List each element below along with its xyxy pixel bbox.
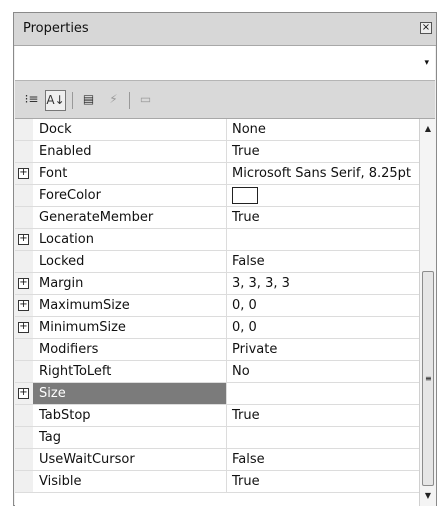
property-name[interactable]: Modifiers [33,339,227,360]
property-value[interactable]: True [227,405,419,426]
row-gutter [15,141,33,162]
property-value[interactable]: 3, 3, 3, 3 [227,273,419,294]
property-name[interactable]: Tag [33,427,227,448]
row-gutter: + [15,317,33,338]
expand-plus-icon[interactable]: + [18,278,29,289]
row-gutter [15,427,33,448]
row-gutter [15,185,33,206]
property-row-tabstop[interactable]: TabStop True [15,405,419,427]
property-row-margin[interactable]: + Margin 3, 3, 3, 3 [15,273,419,295]
window-title: Properties [23,21,89,36]
property-row-locked[interactable]: Locked False [15,251,419,273]
close-icon[interactable]: × [420,22,432,34]
property-value[interactable]: False [227,449,419,470]
toolbar-separator [72,92,73,109]
row-gutter: + [15,273,33,294]
property-name[interactable]: Enabled [33,141,227,162]
property-name[interactable]: TabStop [33,405,227,426]
grip-icon: ≡ [425,374,432,384]
property-name[interactable]: RightToLeft [33,361,227,382]
categorized-icon[interactable]: ⁝≡ [21,90,42,111]
properties-window: Properties × ▾ ⁝≡ A↓ ▤ ⚡ ▭ Dock None Enabl… [13,12,437,506]
property-value[interactable]: 0, 0 [227,317,419,338]
vertical-scrollbar[interactable]: ▲ ≡ ▼ [419,119,436,506]
row-gutter [15,339,33,360]
property-row-tag[interactable]: Tag [15,427,419,449]
object-selector-combo[interactable]: ▾ [15,46,435,81]
property-value[interactable]: True [227,207,419,228]
property-name[interactable]: MaximumSize [33,295,227,316]
property-name[interactable]: Location [33,229,227,250]
expand-plus-icon[interactable]: + [18,300,29,311]
toolbar-separator [129,92,130,109]
property-row-generatemember[interactable]: GenerateMember True [15,207,419,229]
property-row-location[interactable]: + Location [15,229,419,251]
row-gutter [15,361,33,382]
row-gutter [15,251,33,272]
property-name[interactable]: GenerateMember [33,207,227,228]
row-gutter: + [15,383,33,404]
property-pages-icon: ▭ [139,92,152,106]
scroll-down-icon[interactable]: ▼ [420,488,436,504]
row-gutter: + [15,229,33,250]
property-row-usewaitcursor[interactable]: UseWaitCursor False [15,449,419,471]
property-value[interactable]: Private [227,339,419,360]
title-bar: Properties × [14,13,436,46]
property-value[interactable]: True [227,141,419,162]
toolbar: ⁝≡ A↓ ▤ ⚡ ▭ [15,81,435,119]
property-row-forecolor[interactable]: ForeColor [15,185,419,207]
row-gutter: + [15,163,33,184]
property-row-size[interactable]: + Size [15,383,419,405]
scrollbar-thumb[interactable]: ≡ [422,270,434,486]
property-row-minimumsize[interactable]: + MinimumSize 0, 0 [15,317,419,339]
property-row-maximumsize[interactable]: + MaximumSize 0, 0 [15,295,419,317]
property-value[interactable]: False [227,251,419,272]
property-grid: Dock None Enabled True + Font Microsoft Sans S… [15,119,419,506]
property-value[interactable]: 0, 0 [227,295,419,316]
property-row-font[interactable]: + Font Microsoft Sans Serif, 8.25pt [15,163,419,185]
property-name[interactable]: Visible [33,471,227,492]
scroll-up-icon[interactable]: ▲ [420,121,436,137]
alphabetical-sort-icon[interactable]: A↓ [45,90,66,111]
row-gutter [15,207,33,228]
expand-plus-icon[interactable]: + [18,322,29,333]
property-name[interactable]: MinimumSize [33,317,227,338]
property-row-dock[interactable]: Dock None [15,119,419,141]
properties-icon[interactable]: ▤ [78,90,99,111]
property-row-visible[interactable]: Visible True [15,471,419,493]
row-gutter [15,405,33,426]
expand-plus-icon[interactable]: + [18,168,29,179]
property-value[interactable]: No [227,361,419,382]
property-value[interactable]: Microsoft Sans Serif, 8.25pt [227,163,419,184]
row-gutter [15,119,33,140]
property-row-enabled[interactable]: Enabled True [15,141,419,163]
events-icon: ⚡ [109,92,118,106]
property-name[interactable]: Size [33,383,227,404]
chevron-down-icon[interactable]: ▾ [424,58,429,68]
property-name[interactable]: UseWaitCursor [33,449,227,470]
color-swatch [232,187,258,204]
property-name[interactable]: Font [33,163,227,184]
row-gutter [15,449,33,470]
property-name[interactable]: Dock [33,119,227,140]
property-value[interactable] [227,427,419,448]
property-value[interactable] [227,185,419,206]
property-name[interactable]: Margin [33,273,227,294]
property-value[interactable] [227,229,419,250]
property-name[interactable]: ForeColor [33,185,227,206]
row-gutter [15,471,33,492]
property-row-modifiers[interactable]: Modifiers Private [15,339,419,361]
expand-plus-icon[interactable]: + [18,234,29,245]
property-value[interactable] [227,383,419,404]
expand-plus-icon[interactable]: + [18,388,29,399]
property-name[interactable]: Locked [33,251,227,272]
property-value[interactable]: None [227,119,419,140]
property-value[interactable]: True [227,471,419,492]
row-gutter: + [15,295,33,316]
property-row-righttoleft[interactable]: RightToLeft No [15,361,419,383]
